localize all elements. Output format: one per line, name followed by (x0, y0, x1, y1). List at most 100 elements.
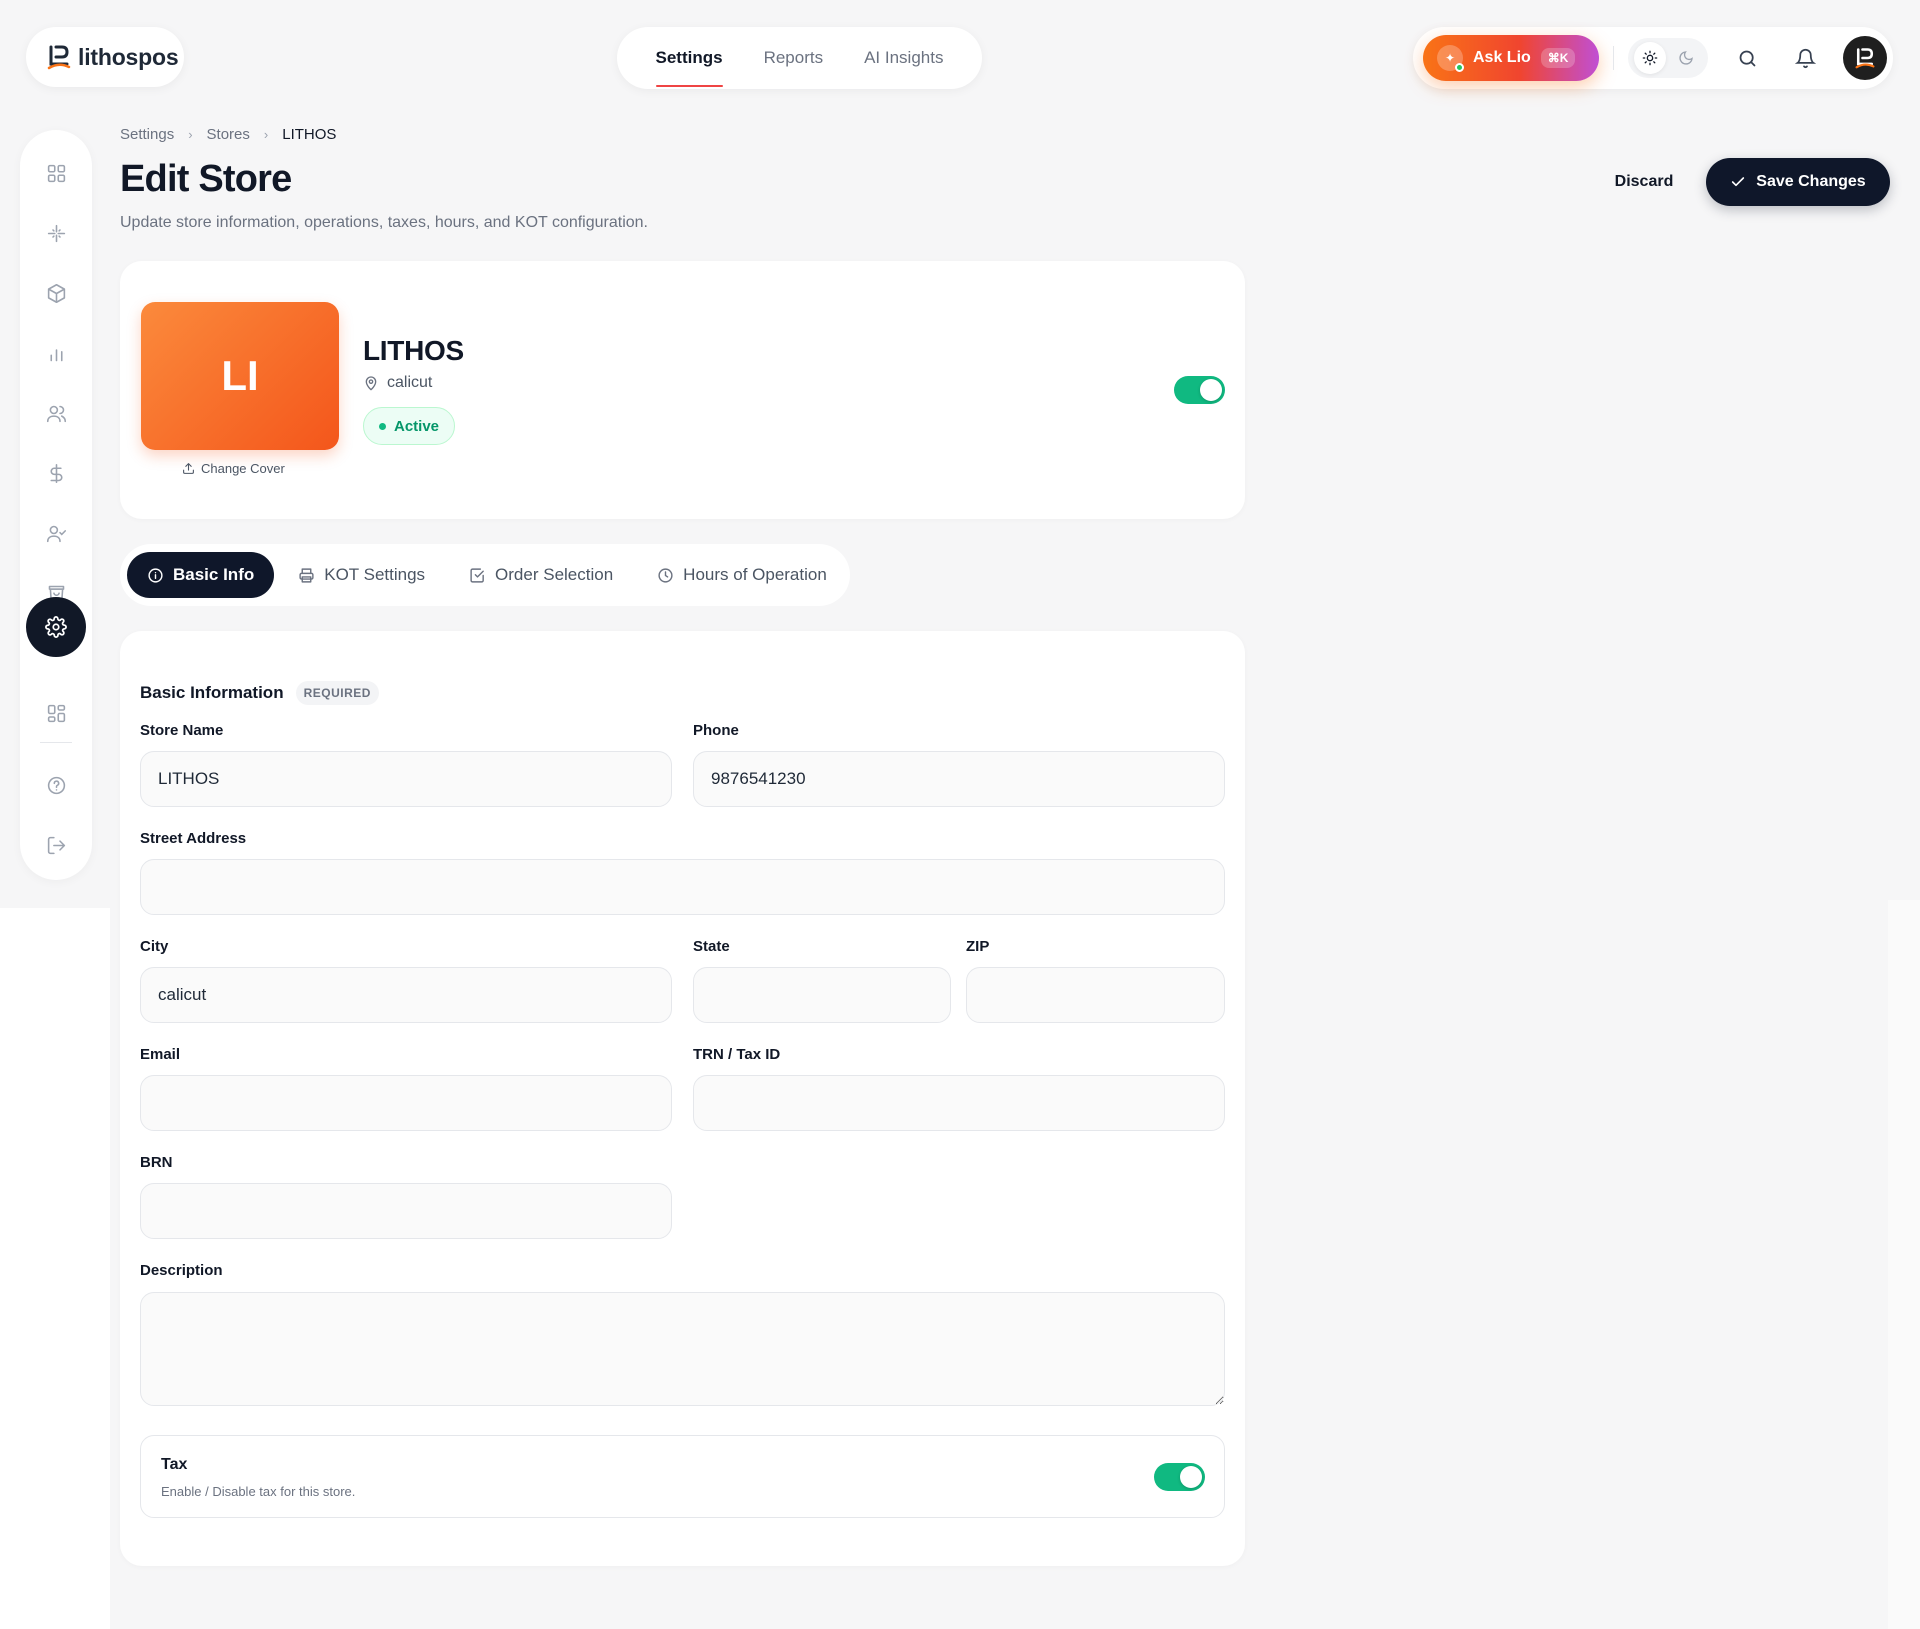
header-actions: ✦ Ask Lio ⌘K (1413, 27, 1893, 89)
sun-icon (1642, 50, 1658, 66)
status-text: Active (394, 417, 440, 435)
page-background-strip-right (1888, 900, 1920, 1629)
user-avatar[interactable] (1843, 36, 1887, 80)
section-title: Basic Information (140, 683, 284, 702)
tab-order-selection[interactable]: Order Selection (449, 552, 633, 598)
sidebar-item-products[interactable] (27, 265, 85, 321)
required-badge: REQUIRED (295, 681, 379, 705)
section-header: Basic Information REQUIRED (140, 681, 379, 705)
breadcrumb-settings[interactable]: Settings (120, 126, 174, 143)
store-name-label: Store Name (140, 722, 224, 739)
basic-info-form: Basic Information REQUIRED Store Name Ph… (120, 631, 1245, 1566)
lithospos-logo-icon (47, 45, 71, 70)
sidebar-item-settings[interactable] (26, 597, 86, 657)
sidebar-item-finance[interactable] (27, 445, 85, 501)
discard-button[interactable]: Discard (1596, 158, 1692, 206)
crosshair-icon (47, 224, 65, 242)
brn-input[interactable] (140, 1183, 672, 1239)
status-dot (379, 422, 386, 430)
state-input[interactable] (693, 967, 951, 1023)
change-cover-label: Change Cover (201, 461, 285, 476)
store-name-input[interactable] (140, 751, 672, 807)
tab-kot-settings[interactable]: KOT Settings (278, 552, 445, 598)
description-textarea[interactable] (140, 1292, 1225, 1406)
app-logo[interactable]: lithospos (26, 27, 184, 87)
online-indicator (1455, 63, 1464, 72)
breadcrumb-stores[interactable]: Stores (207, 126, 250, 143)
top-navigation: Settings Reports AI Insights (617, 27, 982, 89)
search-icon (1739, 50, 1755, 66)
store-initials: LI (221, 352, 259, 399)
change-cover-button[interactable]: Change Cover (182, 461, 285, 476)
tab-basic-info-label: Basic Info (173, 565, 255, 584)
sidebar-item-dashboard[interactable] (27, 145, 85, 201)
checkbox-icon (470, 567, 484, 583)
store-location: calicut (363, 374, 432, 392)
help-circle-icon (47, 776, 65, 794)
sidebar-divider (40, 742, 72, 743)
save-changes-label: Save Changes (1756, 173, 1866, 190)
tax-toggle[interactable] (1154, 1463, 1205, 1491)
zip-label: ZIP (966, 938, 990, 955)
page-background-strip (0, 908, 110, 1629)
store-tabs: Basic Info KOT Settings Order Selection … (120, 544, 850, 606)
user-check-icon (46, 525, 66, 542)
tab-hours-of-operation-label: Hours of Operation (683, 565, 827, 584)
sidebar-item-customers[interactable] (27, 385, 85, 441)
save-changes-button[interactable]: Save Changes (1706, 158, 1890, 206)
bar-chart-icon (49, 348, 63, 361)
ask-lio-shortcut: ⌘K (1540, 48, 1576, 68)
sidebar-item-apps[interactable] (27, 685, 85, 741)
info-icon (148, 567, 163, 583)
street-address-input[interactable] (140, 859, 1225, 915)
state-label: State (693, 938, 730, 955)
description-label: Description (140, 1262, 223, 1279)
app-name: lithospos (78, 43, 179, 70)
chevron-right-icon: › (263, 127, 269, 142)
notifications-button[interactable] (1789, 42, 1821, 74)
upload-icon (183, 463, 194, 474)
sidebar-item-pos[interactable] (27, 205, 85, 261)
store-location-text: calicut (387, 374, 433, 391)
tab-kot-settings-label: KOT Settings (324, 565, 426, 584)
store-name: LITHOS (363, 335, 464, 366)
zip-input[interactable] (966, 967, 1225, 1023)
phone-input[interactable] (693, 751, 1225, 807)
nav-reports[interactable]: Reports (764, 27, 824, 89)
tab-basic-info[interactable]: Basic Info (127, 552, 275, 598)
nav-settings[interactable]: Settings (655, 27, 723, 89)
layout-icon (47, 704, 65, 722)
search-button[interactable] (1731, 42, 1763, 74)
tax-description: Enable / Disable tax for this store. (161, 1484, 356, 1499)
light-mode-button[interactable] (1634, 42, 1666, 74)
box-icon (47, 283, 65, 303)
trn-input[interactable] (693, 1075, 1225, 1131)
sidebar-item-analytics[interactable] (27, 325, 85, 381)
sidebar-item-help[interactable] (27, 757, 85, 813)
sidebar-item-staff[interactable] (27, 505, 85, 561)
tab-hours-of-operation[interactable]: Hours of Operation (637, 552, 847, 598)
city-label: City (140, 938, 169, 955)
nav-ai-insights[interactable]: AI Insights (864, 27, 943, 89)
page-subtitle: Update store information, operations, ta… (120, 214, 648, 231)
bell-icon (1794, 48, 1816, 68)
header-divider (1613, 46, 1614, 70)
status-badge: Active (363, 407, 456, 445)
store-active-toggle[interactable] (1174, 376, 1225, 404)
sidebar-item-logout[interactable] (27, 817, 85, 873)
city-input[interactable] (140, 967, 672, 1023)
printer-icon (299, 567, 314, 583)
users-icon (46, 405, 66, 422)
ask-lio-button[interactable]: ✦ Ask Lio ⌘K (1423, 35, 1599, 81)
logout-icon (47, 836, 65, 854)
grid-icon (47, 164, 65, 182)
theme-toggle (1628, 38, 1708, 78)
dark-mode-button[interactable] (1670, 42, 1702, 74)
email-input[interactable] (140, 1075, 672, 1131)
breadcrumb: Settings › Stores › LITHOS (120, 126, 336, 143)
breadcrumb-current: LITHOS (282, 126, 337, 143)
sidebar (20, 130, 92, 880)
clock-icon (658, 567, 673, 583)
store-summary-card: LI Change Cover LITHOS calicut Active (120, 261, 1245, 519)
map-pin-icon (365, 376, 377, 391)
